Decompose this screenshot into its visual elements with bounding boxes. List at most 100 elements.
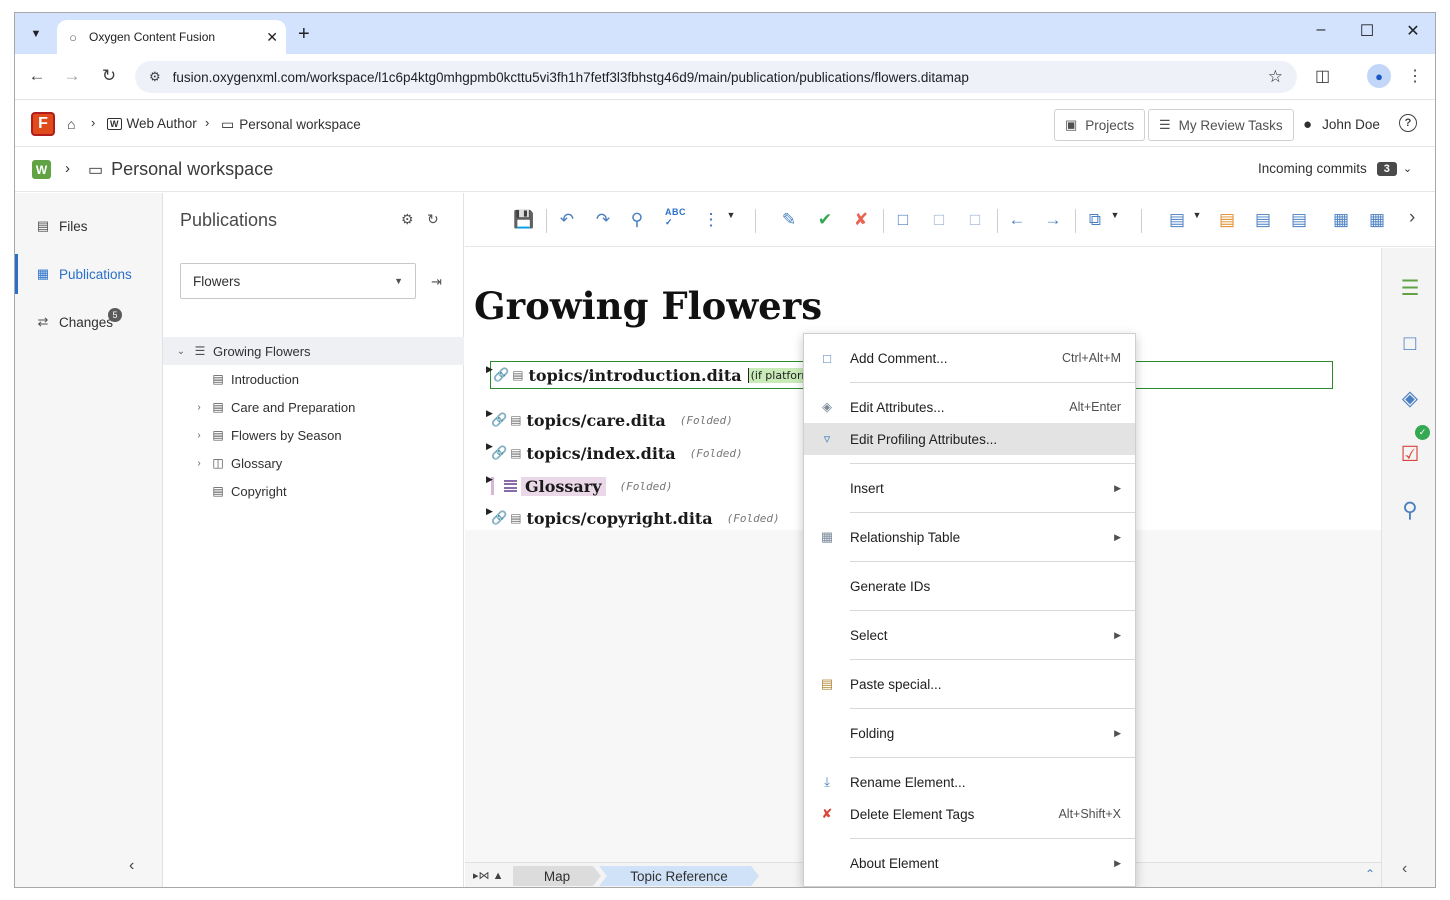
minimize-button[interactable]: –	[1301, 21, 1341, 39]
expand-arrow-icon[interactable]: ▶	[486, 409, 493, 419]
fusion-logo[interactable]: F	[31, 112, 55, 136]
expand-arrow-icon[interactable]: ▶	[486, 507, 493, 517]
remove-comment-icon[interactable]: □	[963, 210, 987, 230]
workspace-title[interactable]: ▭ Personal workspace	[88, 159, 273, 180]
redo-icon[interactable]: ↷	[591, 210, 615, 230]
expand-arrow-icon[interactable]: ▶	[486, 475, 493, 485]
chevron-right-icon[interactable]: ›	[193, 458, 205, 469]
reload-button[interactable]: ↻	[97, 66, 121, 86]
new-tab-button[interactable]: +	[298, 23, 310, 46]
spellcheck-icon[interactable]: ABC ✓	[665, 207, 686, 228]
topicref-row[interactable]: ▶ 🔗 ▤ topics/care.dita (Folded)	[486, 406, 733, 434]
map-title[interactable]: Growing Flowers	[474, 284, 822, 328]
tree-item[interactable]: › ◫ Glossary	[163, 449, 464, 477]
breadcrumb-workspace[interactable]: ▭ Personal workspace	[221, 116, 361, 133]
menu-item-paste-special[interactable]: ▤ Paste special...	[804, 668, 1135, 700]
reject-change-icon[interactable]: ✘	[849, 210, 873, 230]
chevron-down-icon[interactable]: ⌄	[175, 346, 187, 357]
find-icon[interactable]: ⚲	[1398, 498, 1422, 523]
browser-tab[interactable]: ○ Oxygen Content Fusion ✕	[57, 20, 286, 54]
user-menu[interactable]: ● John Doe	[1303, 116, 1380, 133]
tree-item-root[interactable]: ⌄ ☰ Growing Flowers	[163, 337, 464, 365]
site-info-icon[interactable]: ⚙	[149, 69, 161, 85]
next-change-icon[interactable]: →	[1041, 210, 1065, 230]
menu-item-insert[interactable]: Insert ▶	[804, 472, 1135, 504]
collapse-left-icon[interactable]: ‹	[129, 857, 134, 875]
insert-keydef-icon[interactable]: ▤	[1287, 210, 1311, 230]
insert-reltable-icon[interactable]: ▦	[1329, 210, 1353, 230]
breadcrumb-topicref[interactable]: Topic Reference	[599, 866, 759, 886]
collapse-right-icon[interactable]: ‹	[1402, 860, 1407, 878]
url-text[interactable]: fusion.oxygenxml.com/workspace/l1c6p4ktg…	[173, 70, 1268, 85]
comments-icon[interactable]: □	[1398, 332, 1422, 356]
chevron-down-icon[interactable]: ▼	[719, 210, 743, 220]
outline-icon[interactable]: ☰	[1398, 276, 1422, 301]
menu-item-edit-profiling-attributes[interactable]: ▿ Edit Profiling Attributes...	[804, 423, 1135, 455]
workspace-logo[interactable]: W	[32, 160, 51, 179]
extensions-icon[interactable]: ◫	[1315, 66, 1330, 86]
tab-search-button[interactable]: ▼	[23, 21, 49, 47]
attributes-tag-icon[interactable]: ◈	[1398, 386, 1422, 411]
breadcrumb-map[interactable]: Map	[513, 866, 601, 886]
edit-comment-icon[interactable]: □	[927, 210, 951, 230]
add-comment-icon[interactable]: □	[891, 210, 915, 230]
maximize-button[interactable]: ☐	[1347, 21, 1387, 41]
menu-item-about-element[interactable]: About Element ▶	[804, 847, 1135, 879]
menu-item-folding[interactable]: Folding ▶	[804, 717, 1135, 749]
menu-item-rename-element[interactable]: ⤓ Rename Element...	[804, 766, 1135, 798]
nav-publications[interactable]: ▦ Publications	[15, 254, 163, 294]
tree-item[interactable]: ▤ Introduction	[163, 365, 464, 393]
double-chevron-up-icon[interactable]: ⌃	[1365, 867, 1375, 881]
track-changes-icon[interactable]: ✎	[777, 210, 801, 230]
open-external-icon[interactable]: ⇥	[431, 274, 442, 290]
save-icon[interactable]: 💾	[512, 210, 536, 230]
menu-item-select[interactable]: Select ▶	[804, 619, 1135, 651]
topicref-row[interactable]: ▶ 🔗 ▤ topics/index.dita (Folded)	[486, 439, 743, 467]
edit-reltable-icon[interactable]: ▦	[1365, 210, 1389, 230]
chevron-down-icon[interactable]: ▼	[1185, 210, 1209, 220]
chevron-right-icon[interactable]: ›	[1409, 207, 1415, 229]
incoming-commits[interactable]: Incoming commits 3 ⌄	[1258, 161, 1412, 176]
bookmark-star-icon[interactable]: ☆	[1268, 67, 1283, 87]
chevron-down-icon[interactable]: ▼	[1103, 210, 1127, 220]
search-icon[interactable]: ⚲	[625, 210, 649, 230]
settings-gear-icon[interactable]: ⚙	[401, 211, 414, 228]
review-tasks-button[interactable]: ☰ My Review Tasks	[1148, 109, 1294, 141]
menu-item-delete-element-tags[interactable]: ✘ Delete Element Tags Alt+Shift+X	[804, 798, 1135, 830]
chevron-right-icon[interactable]: ›	[193, 430, 205, 441]
expand-arrow-icon[interactable]: ▶	[486, 365, 493, 375]
home-icon[interactable]: ⌂	[67, 116, 80, 132]
profile-avatar[interactable]: ●	[1367, 64, 1391, 88]
toggle-tags-icon[interactable]: ▸⋈ ▲	[473, 869, 503, 882]
tree-item[interactable]: › ▤ Care and Preparation	[163, 393, 464, 421]
insert-topicref-icon[interactable]: ▤	[1251, 210, 1275, 230]
accept-change-icon[interactable]: ✔	[813, 210, 837, 230]
omnibox[interactable]: ⚙ fusion.oxygenxml.com/workspace/l1c6p4k…	[135, 61, 1297, 93]
menu-item-relationship-table[interactable]: ▦ Relationship Table ▶	[804, 521, 1135, 553]
refresh-icon[interactable]: ↻	[427, 211, 439, 228]
menu-item-add-comment[interactable]: □ Add Comment... Ctrl+Alt+M	[804, 342, 1135, 374]
tree-item[interactable]: ▤ Copyright	[163, 477, 464, 505]
previous-change-icon[interactable]: ←	[1005, 210, 1029, 230]
menu-item-edit-attributes[interactable]: ◈ Edit Attributes... Alt+Enter	[804, 391, 1135, 423]
projects-button[interactable]: ▣ Projects	[1054, 109, 1146, 141]
help-icon[interactable]: ?	[1399, 114, 1417, 132]
publication-select[interactable]: Flowers ▼	[180, 263, 416, 299]
expand-arrow-icon[interactable]: ▶	[486, 442, 493, 452]
browser-menu-icon[interactable]: ⋮	[1407, 66, 1423, 86]
chevron-right-icon[interactable]: ›	[193, 402, 205, 413]
topicref-row[interactable]: ▶ 🔗 ▤ topics/copyright.dita (Folded)	[486, 504, 780, 532]
undo-icon[interactable]: ↶	[555, 210, 579, 230]
topicref-row[interactable]: ▶ Glossary (Folded)	[486, 472, 673, 500]
forward-button[interactable]: →	[60, 66, 84, 86]
new-topic-icon[interactable]: ▤	[1215, 210, 1239, 230]
review-tasks-icon[interactable]: ☑	[1398, 442, 1422, 467]
nav-files[interactable]: ▤ Files	[15, 206, 163, 246]
close-window-button[interactable]: ✕	[1393, 21, 1433, 41]
menu-item-generate-ids[interactable]: Generate IDs	[804, 570, 1135, 602]
close-tab-icon[interactable]: ✕	[266, 29, 278, 46]
breadcrumb-web-author[interactable]: W Web Author	[107, 116, 197, 131]
back-button[interactable]: ←	[25, 66, 49, 86]
tree-item[interactable]: › ▤ Flowers by Season	[163, 421, 464, 449]
nav-changes[interactable]: ⇄ Changes 5	[15, 302, 163, 342]
